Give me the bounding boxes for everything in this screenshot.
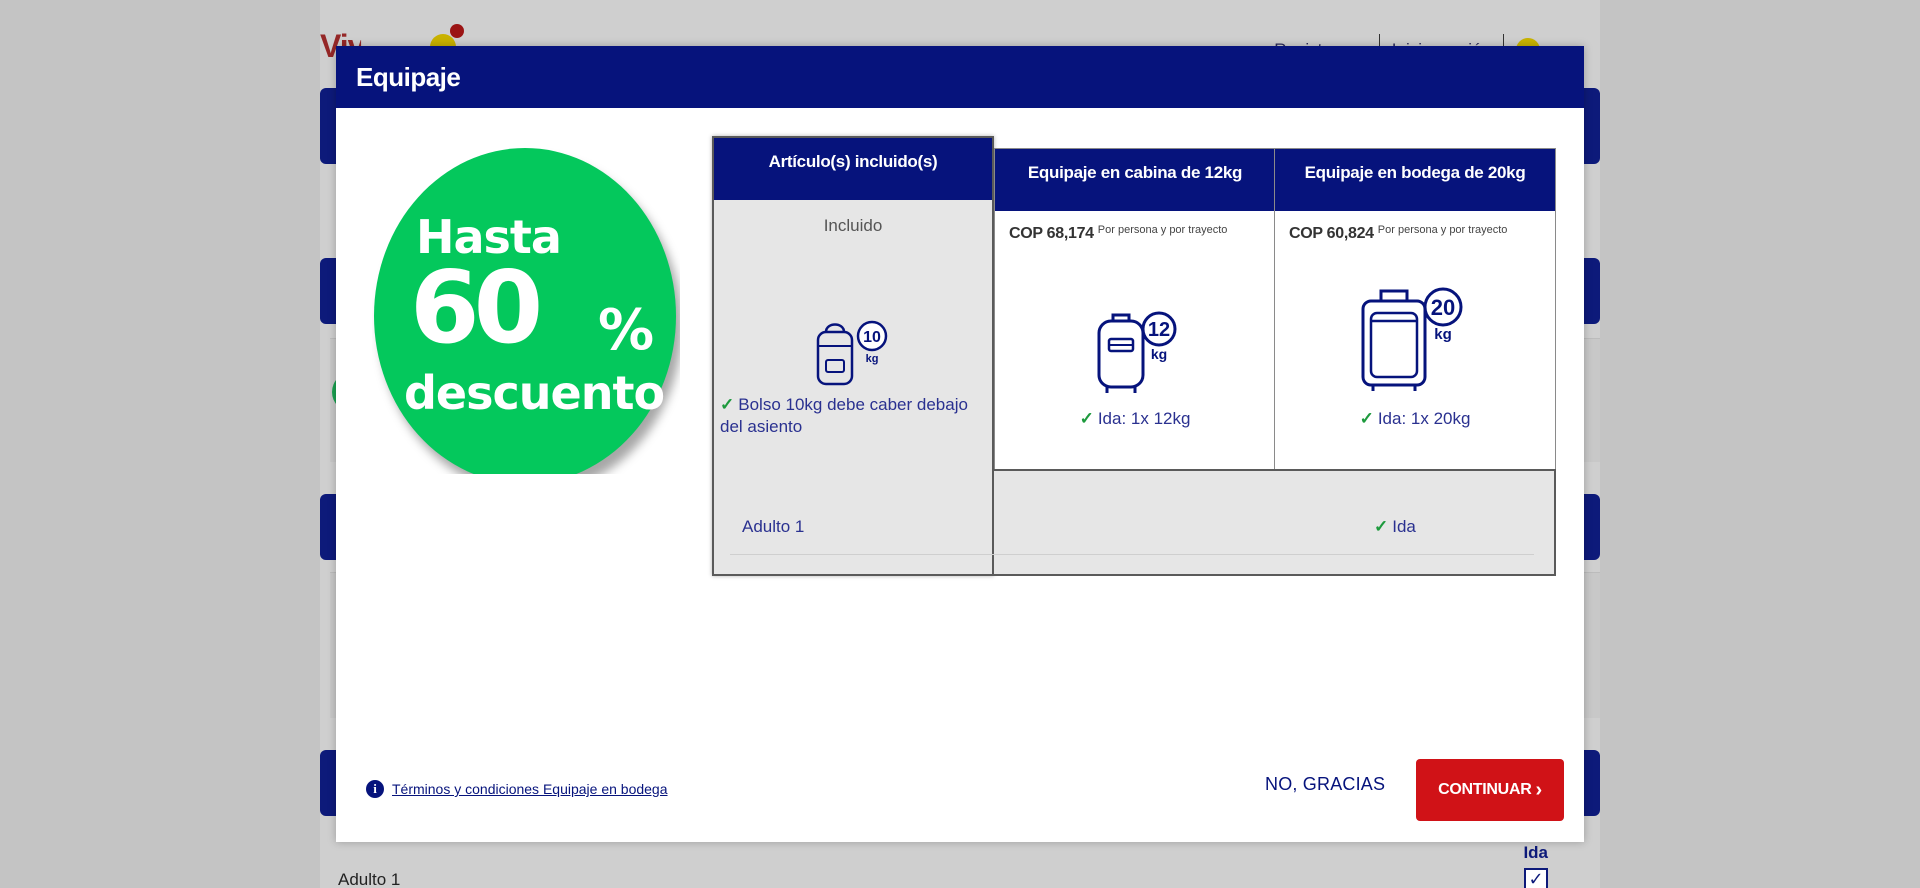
checked-bag-selection: ✓ Ida: 1x 20kg xyxy=(1275,409,1555,429)
cabin-bag-header: Equipaje en cabina de 12kg xyxy=(995,149,1275,211)
check-icon: ✓ xyxy=(1359,409,1374,428)
included-header: Artículo(s) incluido(s) xyxy=(714,138,992,200)
check-icon: ✓ xyxy=(1079,409,1094,428)
baggage-modal: Equipaje Hasta 60 % descuento Artículo(s… xyxy=(336,46,1584,842)
checked-bag-price-note: Por persona y por trayecto xyxy=(1377,224,1508,236)
cabin-bag-price-amount: COP 68,174 xyxy=(1009,225,1094,242)
backpack-weight-text: 10 xyxy=(863,329,881,346)
checked-bag-header: Equipaje en bodega de 20kg xyxy=(1275,149,1555,211)
cabin-bag-12kg-icon: 12 kg xyxy=(1097,311,1177,393)
check-icon: ✓ xyxy=(720,395,735,414)
checked-bag-selection-text: Ida: 1x 20kg xyxy=(1377,409,1471,428)
checked-bag-price-amount: COP 60,824 xyxy=(1289,225,1374,242)
checked-unit-text: kg xyxy=(1434,326,1452,343)
passenger-leg[interactable]: ✓ Ida xyxy=(1374,517,1416,537)
continue-label: CONTINUAR xyxy=(1438,781,1532,798)
passenger-leg-label: Ida xyxy=(1392,517,1416,536)
info-icon: i xyxy=(366,780,384,798)
backpack-10kg-icon: 10 kg xyxy=(816,320,888,386)
cabin-bag-price-note: Por persona y por trayecto xyxy=(1097,224,1228,236)
passenger-row: Adulto 1 ✓ Ida xyxy=(730,469,1556,576)
promo-percent: % xyxy=(598,298,655,363)
checked-bag-option[interactable]: Equipaje en bodega de 20kg COP 60,824 Por… xyxy=(1274,148,1556,471)
terms-link[interactable]: Términos y condiciones Equipaje en bodeg… xyxy=(392,781,668,797)
modal-header: Equipaje xyxy=(336,46,1584,108)
promo-line-number: 60 xyxy=(410,249,543,366)
discount-promo-badge: Hasta 60 % descuento xyxy=(372,148,680,474)
checked-bag-price: COP 60,824 Por persona y por trayecto xyxy=(1289,224,1508,243)
continue-button[interactable]: CONTINUAR › xyxy=(1416,759,1564,821)
bg-passenger-label: Adulto 1 xyxy=(338,870,401,888)
cabin-weight-text: 12 xyxy=(1148,319,1170,341)
backpack-unit-text: kg xyxy=(866,353,879,365)
row-divider xyxy=(730,554,1534,555)
included-status: Incluido xyxy=(823,216,883,235)
checked-suitcase-20kg-icon: 20 kg xyxy=(1361,287,1463,391)
terms-section: i Términos y condiciones Equipaje en bod… xyxy=(366,780,668,798)
baggage-options-table: Artículo(s) incluido(s) Incluido 10 kg ✓… xyxy=(712,136,1556,576)
cabin-unit-text: kg xyxy=(1151,346,1167,362)
cabin-bag-option[interactable]: Equipaje en cabina de 12kg COP 68,174 Por… xyxy=(994,148,1276,471)
check-icon: ✓ xyxy=(1374,517,1389,536)
chevron-right-icon: › xyxy=(1535,778,1542,801)
included-description-text: Bolso 10kg debe caber debajo del asiento xyxy=(720,395,968,436)
cabin-bag-selection: ✓ Ida: 1x 12kg xyxy=(995,409,1275,429)
included-items-column[interactable]: Artículo(s) incluido(s) Incluido 10 kg ✓… xyxy=(712,136,994,576)
modal-title: Equipaje xyxy=(356,61,461,92)
bg-ida-label: Ida xyxy=(1523,843,1548,862)
checked-weight-text: 20 xyxy=(1431,295,1455,320)
cabin-bag-price: COP 68,174 Por persona y por trayecto xyxy=(1009,224,1228,243)
bg-ida-checkbox[interactable]: ✓ xyxy=(1524,868,1548,888)
no-thanks-button[interactable]: NO, GRACIAS xyxy=(1265,774,1385,795)
promo-line-descuento: descuento xyxy=(404,366,665,420)
logo-dot-icon xyxy=(450,24,464,38)
passenger-name: Adulto 1 xyxy=(742,517,805,536)
cabin-bag-selection-text: Ida: 1x 12kg xyxy=(1097,409,1191,428)
included-description: ✓ Bolso 10kg debe caber debajo del asient… xyxy=(720,394,980,438)
